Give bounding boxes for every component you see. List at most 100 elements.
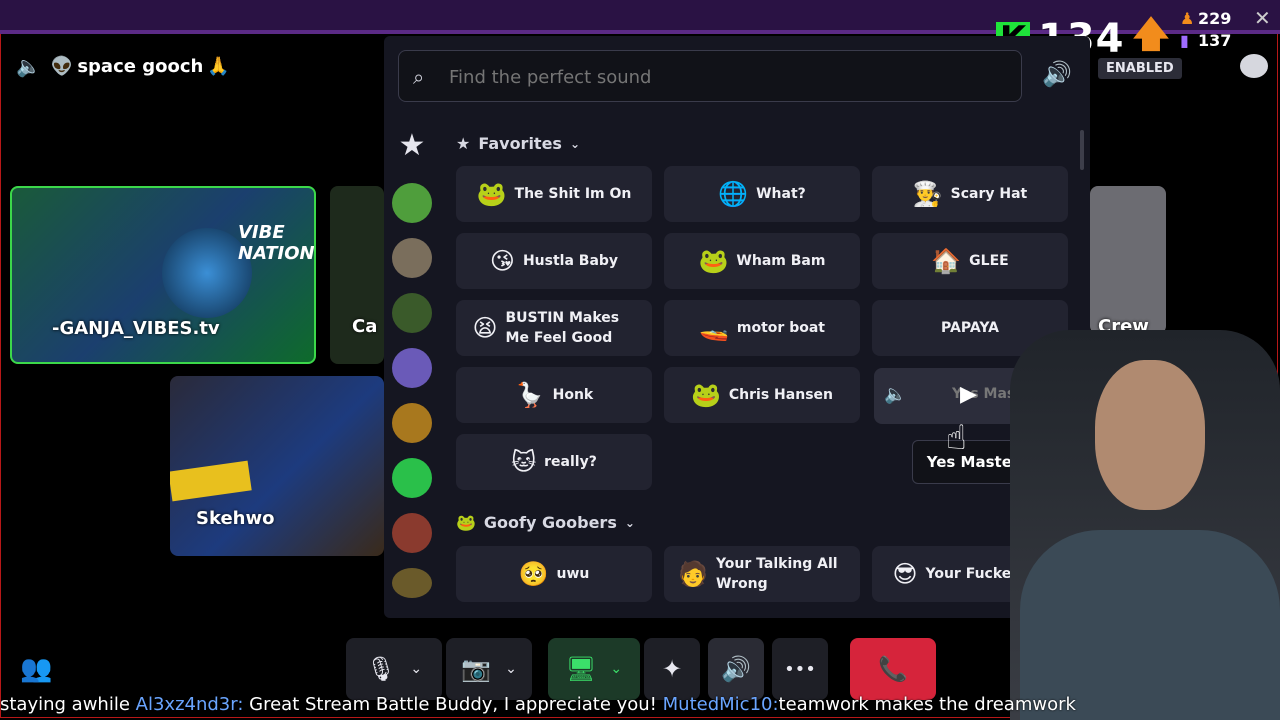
category-icon-server[interactable] (392, 238, 432, 278)
more-button[interactable]: ••• (772, 638, 828, 700)
sound-label: Chris Hansen (728, 387, 833, 403)
tile-label: Ca (352, 316, 378, 337)
goose-icon: 🪿 (514, 381, 545, 409)
sound-button[interactable]: 🚤 motor boat (664, 300, 860, 356)
favorites-header[interactable]: ★ Favorites ⌄ (456, 134, 580, 153)
webcam-face (1095, 360, 1205, 510)
close-icon[interactable]: ✕ (1254, 6, 1271, 30)
sound-button[interactable]: 🐸 Chris Hansen (664, 367, 860, 423)
camera-off-icon: 📷 (461, 655, 492, 683)
frog-icon: 🐸 (691, 381, 721, 409)
chef-icon: 👨‍🍳 (912, 180, 943, 208)
goofy-label: Goofy Goobers (483, 513, 617, 532)
sound-label: Hustla Baby (522, 253, 619, 269)
voice-user-row: 🔈 👽 space gooch 🙏 (16, 54, 230, 78)
sound-button[interactable]: 🥺 uwu (456, 546, 652, 602)
glee-icon: 🏠 (931, 247, 962, 275)
sound-label: really? (544, 454, 597, 470)
sound-button[interactable]: 🐸 The Shit Im On (456, 166, 652, 222)
ticker-text: teamwork makes the dreamwork (778, 694, 1076, 715)
goofy-goobers-header[interactable]: 🐸 Goofy Goobers ⌄ (456, 513, 635, 532)
category-icon-red[interactable] (392, 513, 432, 553)
screen-share-icon: 🖥 (565, 655, 597, 683)
video-tile-ca[interactable]: Ca (330, 186, 384, 364)
sound-button[interactable]: 😫 BUSTIN Makes Me Feel Good (456, 300, 652, 356)
sound-label: PAPAYA (941, 320, 999, 336)
sound-button[interactable]: 🧑 Your Talking All Wrong (664, 546, 860, 602)
preview-volume-icon[interactable]: 🔈 (884, 384, 906, 405)
play-icon[interactable]: ▶ (960, 382, 977, 407)
sound-label: Your Talking All Wrong (715, 556, 838, 592)
mouse-cursor-icon: ☝ (946, 418, 967, 458)
chat-bubble-icon[interactable] (1240, 54, 1268, 78)
username: space gooch (77, 55, 204, 77)
chat-ticker: staying awhile Al3xz4nd3r: Great Stream … (0, 694, 1280, 720)
sunglasses-face-icon: 😎 (892, 560, 918, 588)
sound-button[interactable]: 🌐 What? (664, 166, 860, 222)
chevron-down-icon: ⌄ (410, 661, 423, 677)
sound-button[interactable]: 😘 Hustla Baby (456, 233, 652, 289)
category-icon-frog[interactable] (392, 183, 432, 223)
frog-icon: 🐸 (698, 247, 729, 275)
frog-icon: 🐸 (476, 180, 507, 208)
video-tile-skehwo[interactable]: Skehwo (170, 376, 384, 556)
sound-label: The Shit Im On (514, 186, 632, 202)
camera-button[interactable]: 📷 ⌄ (446, 638, 532, 700)
sound-label: Scary Hat (950, 186, 1028, 202)
star-icon: ★ (456, 134, 471, 153)
video-tile-ganja[interactable]: VIBE NATION -GANJA_VIBES.tv (10, 186, 316, 364)
sound-button[interactable]: 👨‍🍳 Scary Hat (872, 166, 1068, 222)
hangup-icon: 📞 (878, 655, 908, 683)
category-icon-purple[interactable] (392, 348, 432, 388)
sound-label: What? (756, 186, 806, 202)
tile-label: Skehwo (196, 508, 275, 529)
sound-button[interactable]: 🐸 Wham Bam (664, 233, 860, 289)
picker-scrollbar[interactable] (1080, 130, 1084, 170)
hangup-button[interactable]: 📞 (850, 638, 936, 700)
tile-label: -GANJA_VIBES.tv (52, 318, 220, 339)
category-icon-vibe[interactable] (392, 293, 432, 333)
video-tile-crew[interactable]: Crew (1090, 186, 1166, 334)
sound-button[interactable]: 🪿 Honk (456, 367, 652, 423)
vibe-nation-logo: VIBE NATION (238, 222, 315, 264)
category-icon-orange[interactable] (392, 403, 432, 443)
activities-icon: ✦ (661, 655, 683, 683)
mic-button[interactable]: 🎙 ⌄ (346, 638, 442, 700)
alien-emoji-icon: 👽 (50, 55, 74, 77)
person-icon: ♟ (1180, 9, 1195, 28)
sound-label: Honk (552, 387, 594, 403)
webcam-shirt (1020, 530, 1280, 720)
globe-icon: 🌐 (718, 180, 749, 208)
ticker-text: Great Stream Battle Buddy, I appreciate … (249, 694, 657, 715)
category-icon-green[interactable] (392, 458, 432, 498)
chevron-down-icon: ⌄ (505, 661, 517, 677)
sound-button[interactable]: 🏠 GLEE (872, 233, 1068, 289)
ticker-text: staying awhile (0, 694, 130, 715)
sound-search-box[interactable]: ⌕ (398, 50, 1022, 102)
pleading-face-icon: 🥺 (518, 560, 549, 588)
sound-label: motor boat (736, 320, 825, 336)
chevron-down-icon: ⌄ (624, 515, 635, 530)
cat-icon: 🐱 (511, 448, 537, 476)
bars-icon: ▮ (1180, 31, 1189, 50)
search-icon: ⌕ (413, 65, 425, 89)
volume-icon[interactable]: 🔊 (1042, 60, 1072, 88)
screen-share-button[interactable]: 🖥 ⌄ (548, 638, 640, 700)
chevron-down-icon: ⌄ (610, 661, 623, 677)
frog-icon: 🐸 (456, 513, 476, 532)
streamer-webcam (1010, 330, 1280, 720)
soundboard-button[interactable]: 🔊 (708, 638, 764, 700)
pray-emoji-icon: 🙏 (207, 55, 230, 77)
sound-button[interactable]: 🐱 really? (456, 434, 652, 490)
activities-button[interactable]: ✦ (644, 638, 700, 700)
favorites-star-icon[interactable]: ★ (392, 128, 432, 168)
tile-graphic (170, 460, 252, 502)
stats-widget: ♟ 229 ▮ 137 (1180, 8, 1231, 52)
sound-search-input[interactable] (447, 61, 991, 93)
chevron-down-icon: ⌄ (569, 136, 581, 151)
sound-label: BUSTIN Makes Me Feel Good (505, 310, 620, 346)
strain-face-icon: 😫 (472, 314, 498, 342)
sound-label: Wham Bam (736, 253, 826, 269)
add-friend-icon[interactable]: 👥 (20, 654, 52, 684)
category-icon-gold[interactable] (392, 568, 432, 598)
